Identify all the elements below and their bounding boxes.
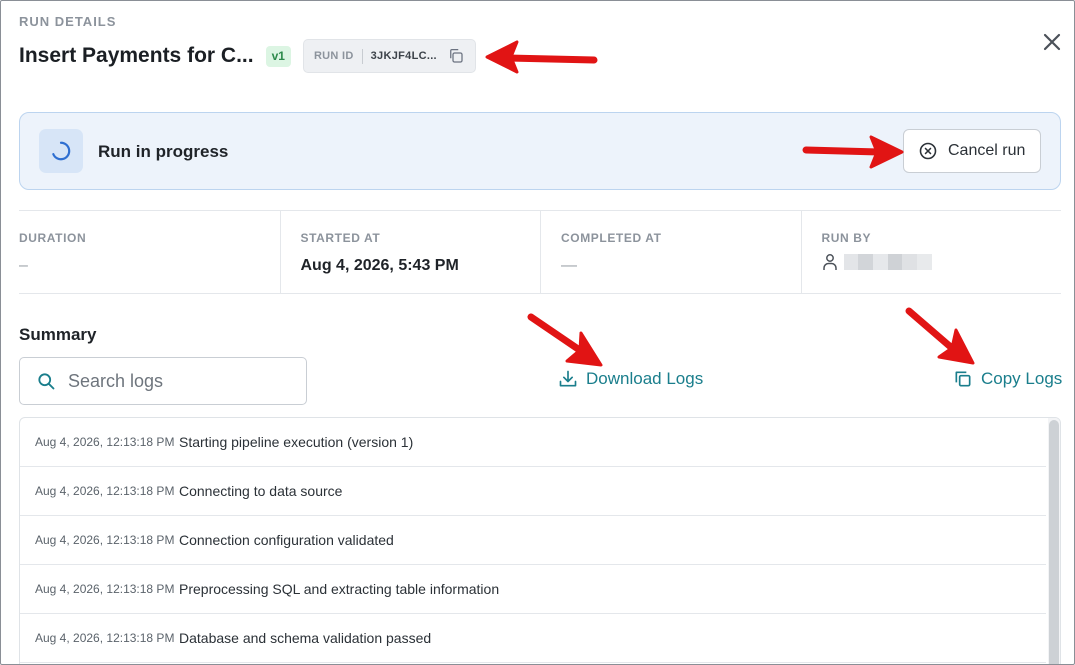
stat-value: Aug 4, 2026, 5:43 PM (300, 257, 459, 274)
search-icon (38, 373, 55, 390)
cancel-run-label: Cancel run (948, 142, 1026, 159)
annotation-arrow (905, 307, 975, 365)
copy-logs-label: Copy Logs (981, 369, 1063, 388)
stat-started-at: STARTED AT Aug 4, 2026, 5:43 PM (279, 211, 541, 293)
status-indicator (39, 129, 83, 173)
stat-run-by: RUN BY (800, 211, 1062, 293)
close-icon[interactable] (1040, 30, 1064, 54)
summary-title: Summary (19, 325, 97, 344)
log-timestamp: Aug 4, 2026, 12:13:18 PM (35, 631, 175, 645)
run-stats: DURATION – STARTED AT Aug 4, 2026, 5:43 … (19, 210, 1061, 294)
log-panel: Aug 4, 2026, 12:13:18 PM Starting pipeli… (19, 417, 1061, 664)
log-message: Preprocessing SQL and extracting table i… (179, 581, 500, 597)
log-message: Connecting to data source (179, 483, 343, 499)
status-text: Run in progress (98, 142, 229, 161)
log-timestamp: Aug 4, 2026, 12:13:18 PM (35, 484, 175, 498)
progress-banner: Run in progress Cancel run (19, 112, 1061, 190)
run-details-dialog: RUN DETAILS Insert Payments for C... v1 … (0, 0, 1075, 665)
log-message: Connection configuration validated (179, 532, 394, 548)
download-logs-label: Download Logs (586, 369, 704, 388)
run-id-chip[interactable]: RUN ID 3JKJF4LC... (302, 39, 476, 73)
log-scrollbar[interactable] (1048, 418, 1060, 664)
log-timestamp: Aug 4, 2026, 12:13:18 PM (35, 582, 175, 596)
stat-value: — (561, 257, 577, 274)
log-timestamp: Aug 4, 2026, 12:13:18 PM (35, 533, 175, 547)
run-id-label: RUN ID (313, 50, 354, 62)
version-badge: v1 (265, 45, 291, 67)
copy-logs-button[interactable]: Copy Logs (953, 369, 1062, 389)
log-row: Aug 4, 2026, 12:13:18 PM Database and sc… (20, 614, 1046, 663)
redacted-user-name (843, 254, 932, 270)
circle-x-icon (919, 142, 937, 160)
scrollbar-thumb[interactable] (1049, 420, 1059, 664)
log-list: Aug 4, 2026, 12:13:18 PM Starting pipeli… (20, 418, 1060, 663)
annotation-arrow (527, 313, 603, 367)
log-row: Aug 4, 2026, 12:13:18 PM Connection conf… (20, 516, 1046, 565)
download-logs-button[interactable]: Download Logs (558, 369, 703, 389)
log-row: Aug 4, 2026, 12:13:18 PM Preprocessing S… (20, 565, 1046, 614)
search-input[interactable] (68, 370, 278, 392)
cancel-run-button[interactable]: Cancel run (903, 129, 1041, 173)
log-row: Aug 4, 2026, 12:13:18 PM Starting pipeli… (20, 418, 1046, 467)
spinner-icon (52, 141, 71, 161)
stat-label: RUN BY (821, 231, 872, 245)
log-message: Starting pipeline execution (version 1) (179, 434, 414, 450)
stat-duration: DURATION – (19, 211, 280, 293)
run-by-row (822, 253, 1062, 271)
copy-icon[interactable] (447, 47, 465, 65)
run-id-value: 3JKJF4LC... (370, 50, 437, 62)
stat-completed-at: COMPLETED AT — (540, 211, 801, 293)
log-row: Aug 4, 2026, 12:13:18 PM Connecting to d… (20, 467, 1046, 516)
search-logs-field[interactable] (19, 357, 307, 405)
section-label: RUN DETAILS (19, 14, 117, 29)
annotation-arrow (485, 40, 598, 74)
log-timestamp: Aug 4, 2026, 12:13:18 PM (35, 435, 175, 449)
stat-label: COMPLETED AT (561, 231, 662, 245)
run-id-separator (361, 48, 363, 64)
user-icon (822, 254, 837, 270)
stat-label: DURATION (19, 231, 87, 245)
log-message: Database and schema validation passed (179, 630, 432, 646)
page-title: Insert Payments for C... (19, 44, 254, 67)
stat-label: STARTED AT (300, 231, 381, 245)
copy-icon (955, 371, 971, 387)
title-row: Insert Payments for C... v1 RUN ID 3JKJF… (19, 39, 476, 73)
stat-value: – (19, 257, 28, 274)
download-icon (559, 370, 577, 387)
